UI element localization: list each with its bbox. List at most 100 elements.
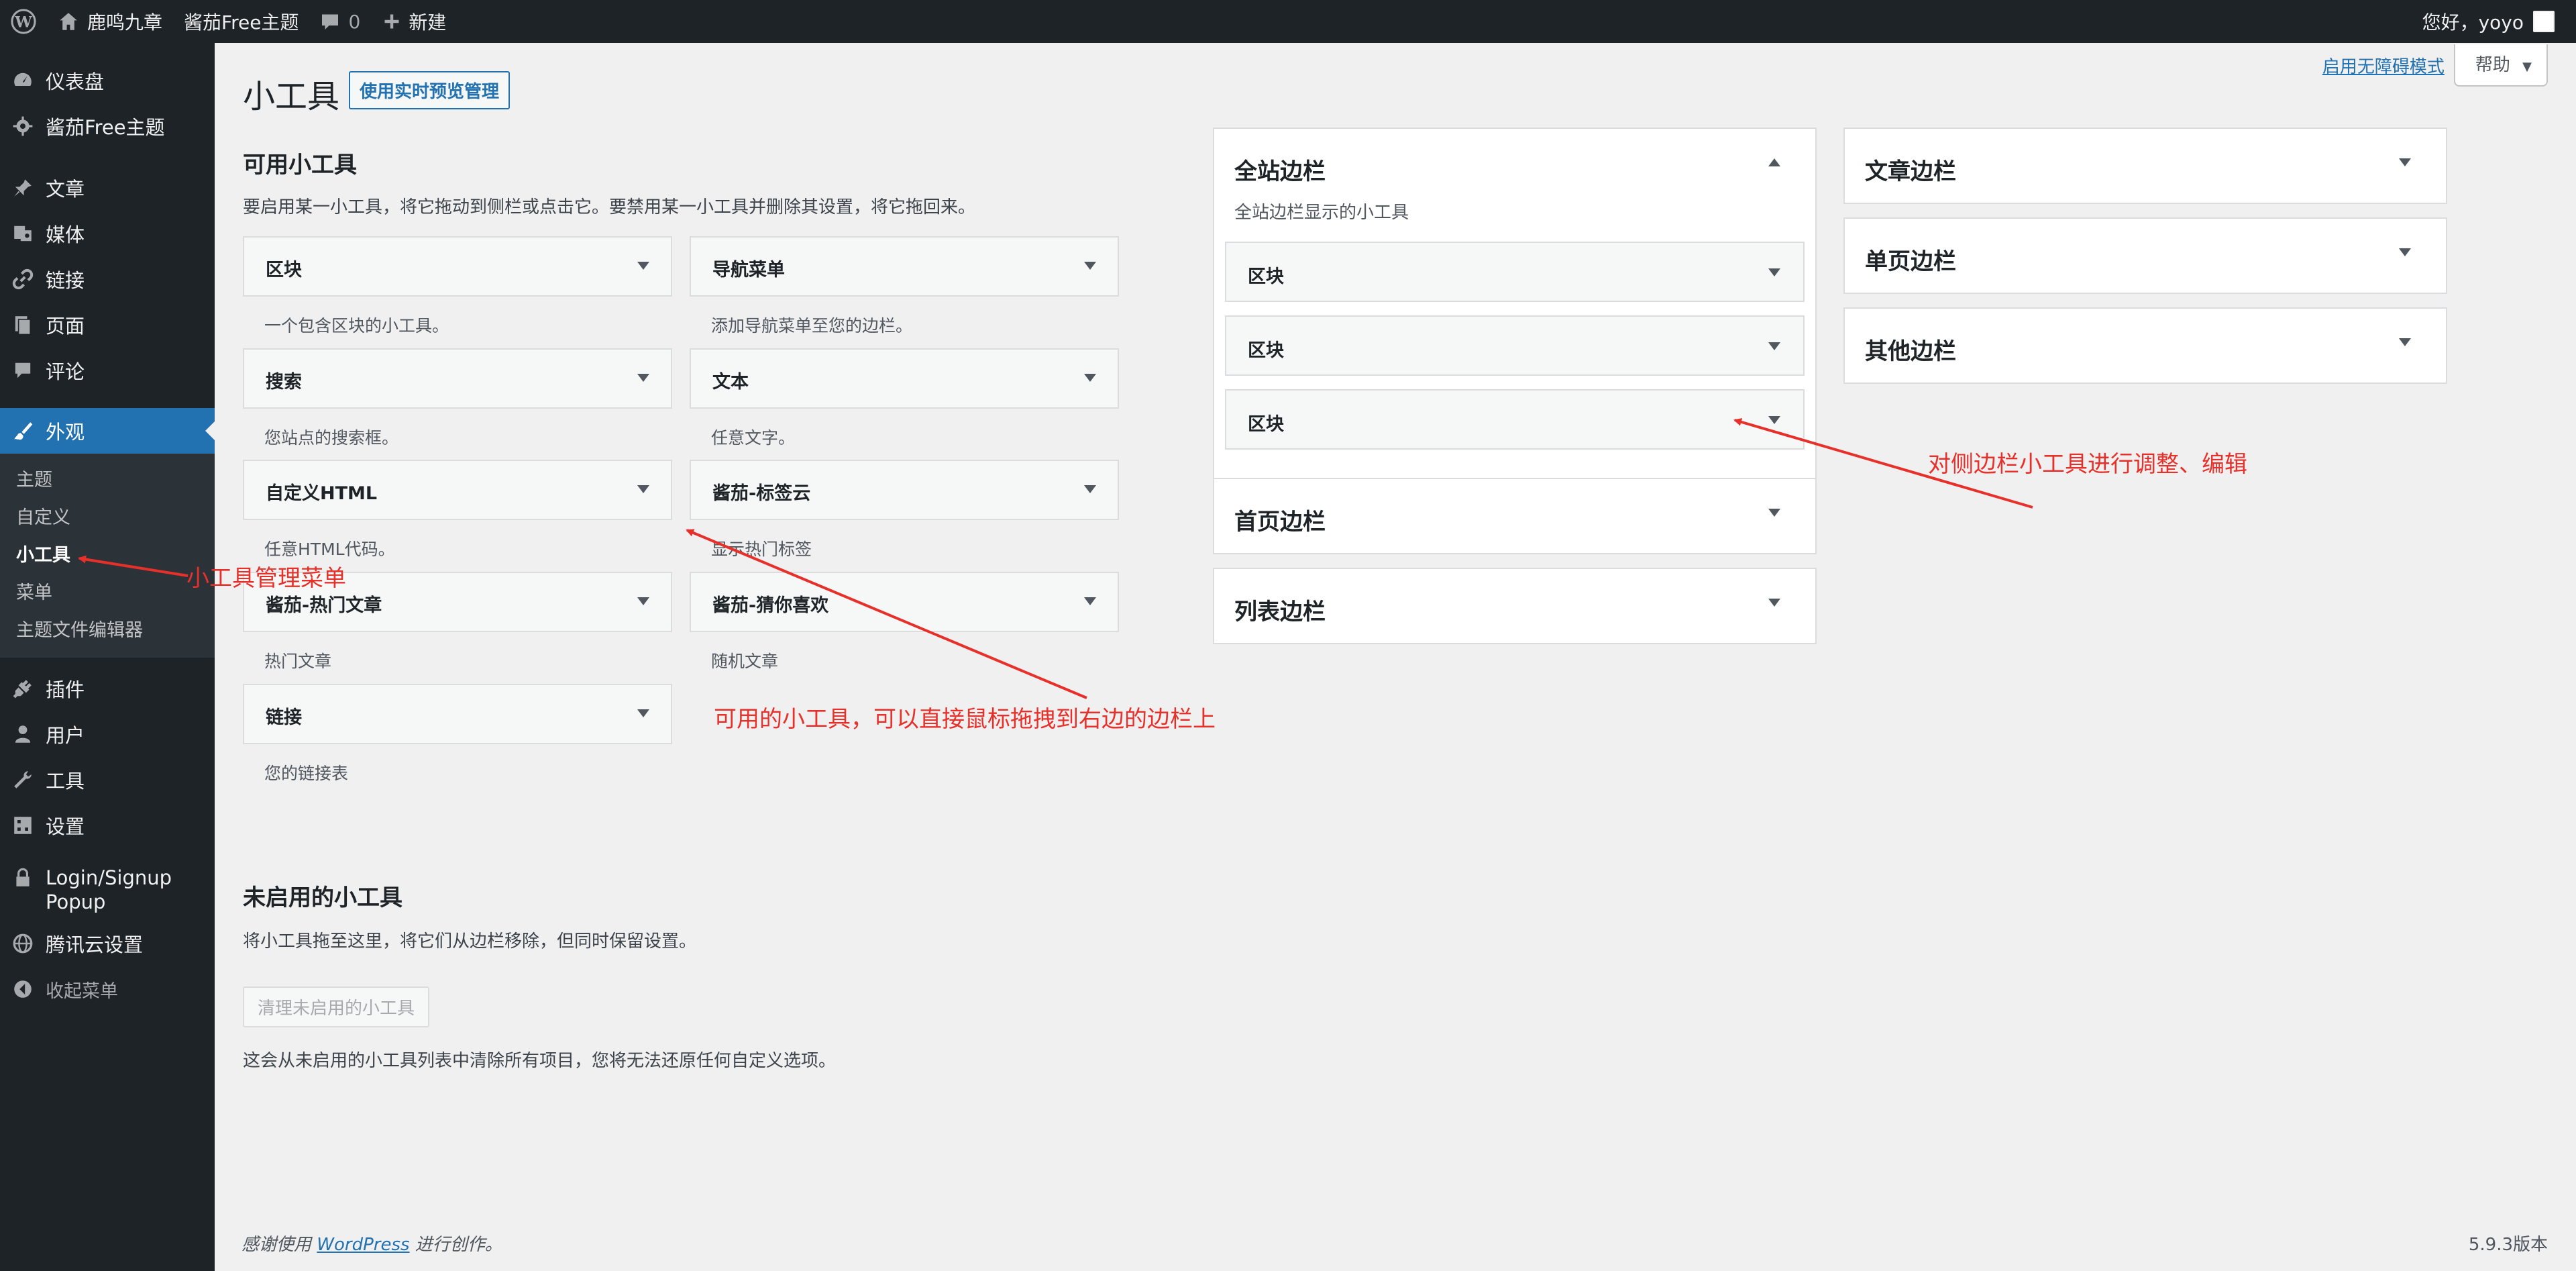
my-account[interactable]: 您好，yoyo	[2412, 0, 2565, 43]
menu-label: 外观	[46, 421, 85, 444]
menu-label: Login/Signup Popup	[46, 866, 172, 913]
widget-desc: 随机文章	[711, 652, 779, 671]
new-content-link[interactable]: 新建	[371, 0, 457, 43]
menu-theme-settings[interactable]: 酱茄Free主题	[0, 103, 215, 149]
footer-suffix: 进行创作。	[415, 1235, 502, 1255]
chevron-up-icon[interactable]	[1768, 158, 1780, 166]
page-icon	[11, 313, 35, 337]
menu-tencent-cloud[interactable]: 腾讯云设置	[0, 921, 215, 966]
inactive-widgets-title: 未启用的小工具	[243, 884, 402, 911]
chevron-down-icon[interactable]	[2399, 338, 2411, 346]
sidebar-area-site[interactable]: 全站边栏 全站边栏显示的小工具 区块 区块 区块	[1213, 128, 1817, 507]
menu-comments[interactable]: 评论	[0, 348, 215, 393]
widget-desc: 您的链接表	[264, 764, 349, 783]
widget-title: 导航菜单	[712, 260, 785, 281]
widget-block[interactable]: 区块	[243, 236, 672, 297]
menu-dashboard[interactable]: 仪表盘	[0, 58, 215, 103]
menu-appearance[interactable]: 外观	[0, 408, 215, 454]
menu-settings[interactable]: 设置	[0, 803, 215, 848]
chevron-down-icon[interactable]	[1084, 262, 1096, 270]
menu-label: 插件	[46, 678, 85, 701]
sidebar-desc: 全站边栏显示的小工具	[1234, 203, 1409, 223]
chevron-down-icon[interactable]	[1768, 509, 1780, 517]
submenu-menus[interactable]: 菜单	[0, 574, 215, 612]
chevron-down-icon[interactable]	[1768, 342, 1780, 350]
lock-icon	[11, 866, 35, 890]
avatar	[2533, 11, 2555, 32]
home-icon	[60, 13, 77, 30]
submenu-themes[interactable]: 主题	[0, 462, 215, 499]
widget-desc: 热门文章	[264, 652, 332, 671]
live-preview-button[interactable]: 使用实时预览管理	[349, 71, 511, 109]
chevron-down-icon[interactable]	[1768, 268, 1780, 276]
widget-title: 酱茄-标签云	[712, 483, 811, 504]
sidebar-widget-block[interactable]: 区块	[1225, 389, 1805, 450]
sidebar-widget-block[interactable]: 区块	[1225, 242, 1805, 302]
accessibility-mode-link[interactable]: 启用无障碍模式	[2322, 53, 2445, 78]
brush-icon	[11, 419, 35, 443]
globe-icon	[11, 931, 35, 956]
widget-title: 酱茄-猜你喜欢	[712, 595, 829, 616]
sidebar-area-article[interactable]: 文章边栏	[1843, 128, 2447, 204]
site-name: 鹿鸣九章	[87, 11, 163, 34]
plugin-icon	[11, 676, 35, 701]
menu-label: 评论	[46, 360, 85, 383]
help-button[interactable]: 帮助 ▼	[2453, 44, 2548, 87]
menu-media[interactable]: 媒体	[0, 211, 215, 256]
chevron-down-icon[interactable]	[1768, 599, 1780, 607]
clear-inactive-button[interactable]: 清理未启用的小工具	[243, 986, 430, 1027]
menu-posts[interactable]: 文章	[0, 165, 215, 211]
menu-users[interactable]: 用户	[0, 711, 215, 757]
menu-plugins[interactable]: 插件	[0, 666, 215, 711]
chevron-down-icon[interactable]	[637, 485, 649, 493]
menu-tools[interactable]: 工具	[0, 757, 215, 803]
comments-link[interactable]: 0	[309, 0, 371, 43]
sidebar-title: 首页边栏	[1234, 509, 1326, 536]
widget-desc: 任意文字。	[711, 428, 796, 448]
sidebar-area-single[interactable]: 单页边栏	[1843, 217, 2447, 294]
sidebar-title: 全站边栏	[1234, 158, 1326, 185]
chevron-down-icon[interactable]	[637, 709, 649, 717]
link-icon	[11, 267, 35, 291]
widget-guess-you-like[interactable]: 酱茄-猜你喜欢	[690, 572, 1119, 632]
submenu-widgets[interactable]: 小工具	[0, 537, 215, 574]
site-name-link[interactable]: 鹿鸣九章	[47, 0, 173, 43]
widget-custom-html[interactable]: 自定义HTML	[243, 460, 672, 520]
available-widgets-title: 可用小工具	[243, 152, 357, 179]
theme-link[interactable]: 酱茄Free主题	[173, 0, 309, 43]
chevron-down-icon[interactable]	[2399, 158, 2411, 166]
widget-links[interactable]: 链接	[243, 684, 672, 744]
chevron-down-icon[interactable]	[637, 597, 649, 605]
sidebar-area-home[interactable]: 首页边栏	[1213, 478, 1817, 554]
menu-login-popup[interactable]: Login/Signup Popup	[0, 856, 215, 921]
chevron-down-icon[interactable]	[637, 262, 649, 270]
chevron-down-icon[interactable]	[1084, 374, 1096, 382]
wordpress-link[interactable]: WordPress	[317, 1235, 409, 1255]
widget-title: 区块	[1248, 340, 1284, 361]
menu-links[interactable]: 链接	[0, 256, 215, 302]
wordpress-logo-icon[interactable]: W	[0, 0, 47, 43]
sidebar-title: 列表边栏	[1234, 599, 1326, 625]
widget-desc: 显示热门标签	[711, 540, 812, 559]
widget-nav-menu[interactable]: 导航菜单	[690, 236, 1119, 297]
sidebar-area-list[interactable]: 列表边栏	[1213, 568, 1817, 644]
submenu-customize[interactable]: 自定义	[0, 499, 215, 537]
widget-text[interactable]: 文本	[690, 348, 1119, 409]
widget-desc: 您站点的搜索框。	[264, 428, 399, 448]
widget-tag-cloud[interactable]: 酱茄-标签云	[690, 460, 1119, 520]
chevron-down-icon[interactable]	[1084, 485, 1096, 493]
widget-title: 搜索	[266, 372, 302, 393]
chevron-down-icon[interactable]	[2399, 248, 2411, 256]
widget-desc: 添加导航菜单至您的边栏。	[711, 316, 913, 336]
widget-search[interactable]: 搜索	[243, 348, 672, 409]
greeting: 您好，yoyo	[2422, 11, 2524, 34]
collapse-menu-button[interactable]: 收起菜单	[0, 966, 215, 1012]
available-widgets-desc: 要启用某一小工具，将它拖动到侧栏或点击它。要禁用某一小工具并删除其设置，将它拖回…	[243, 197, 976, 217]
menu-pages[interactable]: 页面	[0, 302, 215, 348]
sidebar-widget-block[interactable]: 区块	[1225, 315, 1805, 376]
submenu-theme-editor[interactable]: 主题文件编辑器	[0, 612, 215, 650]
chevron-down-icon[interactable]	[637, 374, 649, 382]
chevron-down-icon[interactable]	[1084, 597, 1096, 605]
sidebar-area-other[interactable]: 其他边栏	[1843, 307, 2447, 384]
chevron-down-icon[interactable]	[1768, 416, 1780, 424]
